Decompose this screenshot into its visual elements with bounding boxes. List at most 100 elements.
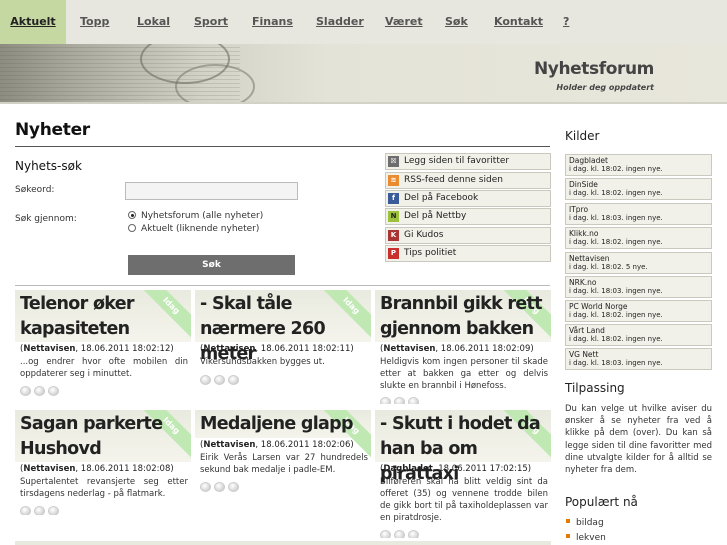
news-date: , 18.06.2011 18:02:12) (75, 344, 174, 354)
rating-dot-icon[interactable] (228, 482, 239, 492)
news-title[interactable]: - Skutt i hodet da han ba om pirattaxi (380, 412, 550, 487)
rating-dot-icon[interactable] (48, 386, 59, 396)
rating-dot-icon[interactable] (48, 506, 59, 515)
rating-dot-icon[interactable] (394, 397, 405, 404)
source-item-dagbladet[interactable]: Dagbladet i dag. kl. 18:02. ingen nye. (565, 154, 712, 176)
source-name: Vårt Land (569, 326, 605, 335)
nav-tab-aktuelt[interactable]: Aktuelt (0, 0, 66, 44)
header-banner: Nyhetsforum Holder deg oppdatert (0, 44, 727, 104)
nav-tab-finans[interactable]: Finans (252, 0, 293, 44)
news-card[interactable]: Idag - Skutt i hodet da han ba om piratt… (375, 410, 551, 538)
news-title[interactable]: Sagan parkerte Hushovd (20, 412, 190, 462)
share-label: Del på Nettby (404, 211, 467, 221)
site-title[interactable]: Nyhetsforum (534, 59, 654, 79)
source-item-dinside[interactable]: DinSide i dag. kl. 18:02. ingen nye. (565, 178, 712, 200)
search-button[interactable]: Søk (128, 255, 295, 275)
source-update: i dag. kl. 18:02. ingen nye. (569, 335, 663, 343)
share-facebook[interactable]: f Del på Facebook (385, 190, 551, 207)
source-item-nettavisen[interactable]: Nettavisen i dag. kl. 18:02. 5 nye. (565, 252, 712, 274)
search-heading: Nyhets-søk (15, 159, 82, 173)
source-name: Dagbladet (569, 156, 608, 165)
popular-item[interactable]: bildag (566, 518, 604, 528)
news-summary: Heldigvis kom ingen personer til skade e… (380, 357, 548, 391)
sources-heading: Kilder (565, 129, 600, 143)
rating-icons[interactable] (380, 525, 422, 538)
rating-dot-icon[interactable] (214, 375, 225, 385)
nav-tab-sok[interactable]: Søk (445, 0, 468, 44)
source-update: i dag. kl. 18:03. ingen nye. (569, 359, 663, 367)
radio-button-selected[interactable] (128, 211, 136, 219)
source-name: NRK.no (569, 278, 597, 287)
nav-tab-sport[interactable]: Sport (194, 0, 228, 44)
news-divider (15, 285, 550, 286)
share-kudos[interactable]: K Gi Kudos (385, 227, 551, 244)
rating-dot-icon[interactable] (380, 530, 391, 538)
keyword-input[interactable] (125, 182, 298, 200)
nav-tab-lokal[interactable]: Lokal (137, 0, 170, 44)
rating-dot-icon[interactable] (34, 386, 45, 396)
news-title[interactable]: Telenor øker kapasiteten (20, 292, 190, 342)
source-name: Klikk.no (569, 229, 599, 238)
popular-item[interactable]: lekven (566, 533, 606, 543)
source-name: VG Nett (569, 350, 599, 359)
share-label: Legg siden til favoritter (404, 156, 510, 166)
source-update: i dag. kl. 18:03. ingen nye. (569, 287, 663, 295)
news-card[interactable]: Idag Medaljene glapp (Nettavisen, 18.06.… (195, 410, 371, 515)
rating-dot-icon[interactable] (408, 530, 419, 538)
share-police-tip[interactable]: P Tips politiet (385, 245, 551, 262)
share-favorite[interactable]: ☒ Legg siden til favoritter (385, 153, 551, 170)
rating-icons[interactable] (20, 381, 62, 396)
rating-dot-icon[interactable] (380, 397, 391, 404)
police-tip-icon: P (388, 248, 399, 259)
source-item-nrk[interactable]: NRK.no i dag. kl. 18:03. ingen nye. (565, 276, 712, 298)
news-card[interactable]: Idag Brannbil gikk rett gjennom bakken (… (375, 290, 551, 404)
share-label: Tips politiet (404, 248, 457, 258)
source-item-pcworld[interactable]: PC World Norge i dag. kl. 18:02. ingen ny… (565, 300, 712, 322)
source-item-itpro[interactable]: ITpro i dag. kl. 18:03. ingen nye. (565, 203, 712, 225)
news-source[interactable]: Nettavisen (23, 464, 75, 474)
source-item-vgnett[interactable]: VG Nett i dag. kl. 18:03. ingen nye. (565, 348, 712, 370)
news-source[interactable]: Nettavisen (203, 440, 255, 450)
news-source[interactable]: Nettavisen (23, 344, 75, 354)
popular-heading: Populært nå (565, 495, 638, 509)
rating-dot-icon[interactable] (20, 506, 31, 515)
nav-tab-vaeret[interactable]: Været (385, 0, 423, 44)
news-date: , 18.06.2011 18:02:06) (255, 440, 354, 450)
radio-button[interactable] (128, 224, 136, 232)
news-title[interactable]: - Skal tåle nærmere 260 meter (200, 292, 370, 367)
nav-tab-help[interactable]: ? (563, 0, 569, 44)
rating-icons[interactable] (200, 477, 242, 492)
news-card[interactable]: Idag - Skal tåle nærmere 260 meter (Nett… (195, 290, 371, 400)
scope-option-all[interactable]: Nyhetsforum (alle nyheter) (128, 211, 263, 221)
rating-dot-icon[interactable] (34, 506, 45, 515)
share-rss[interactable]: ≋ RSS-feed denne siden (385, 172, 551, 189)
news-row-peek (15, 541, 551, 545)
rating-icons[interactable] (20, 501, 62, 515)
news-source[interactable]: Nettavisen (383, 344, 435, 354)
rating-dot-icon[interactable] (394, 530, 405, 538)
rating-icons[interactable] (200, 370, 242, 385)
news-title[interactable]: Medaljene glapp (200, 412, 370, 437)
share-nettby[interactable]: N Del på Nettby (385, 208, 551, 225)
news-card[interactable]: Idag Telenor øker kapasiteten (Nettavise… (15, 290, 191, 400)
source-item-klikk[interactable]: Klikk.no i dag. kl. 18:02. ingen nye. (565, 227, 712, 249)
news-card[interactable]: Idag Sagan parkerte Hushovd (Nettavisen,… (15, 410, 191, 515)
source-item-vartland[interactable]: Vårt Land i dag. kl. 18:02. ingen nye. (565, 324, 712, 346)
scope-option-related[interactable]: Aktuelt (liknende nyheter) (128, 224, 259, 234)
news-title[interactable]: Brannbil gikk rett gjennom bakken (380, 292, 550, 342)
nav-tab-kontakt[interactable]: Kontakt (494, 0, 543, 44)
rating-dot-icon[interactable] (214, 482, 225, 492)
rating-dot-icon[interactable] (20, 386, 31, 396)
rating-icons[interactable] (380, 392, 422, 404)
source-update: i dag. kl. 18:02. 5 nye. (569, 263, 648, 271)
share-label: Gi Kudos (404, 230, 444, 240)
rating-dot-icon[interactable] (200, 375, 211, 385)
nav-tab-topp[interactable]: Topp (80, 0, 109, 44)
nav-tab-sladder[interactable]: Sladder (316, 0, 364, 44)
news-summary: Eirik Verås Larsen var 27 hundredels sek… (200, 453, 368, 475)
news-date: , 18.06.2011 18:02:09) (435, 344, 534, 354)
rating-dot-icon[interactable] (228, 375, 239, 385)
rating-dot-icon[interactable] (408, 397, 419, 404)
rating-dot-icon[interactable] (200, 482, 211, 492)
news-summary: Supertalentet revansjerte seg etter tirs… (20, 477, 188, 499)
